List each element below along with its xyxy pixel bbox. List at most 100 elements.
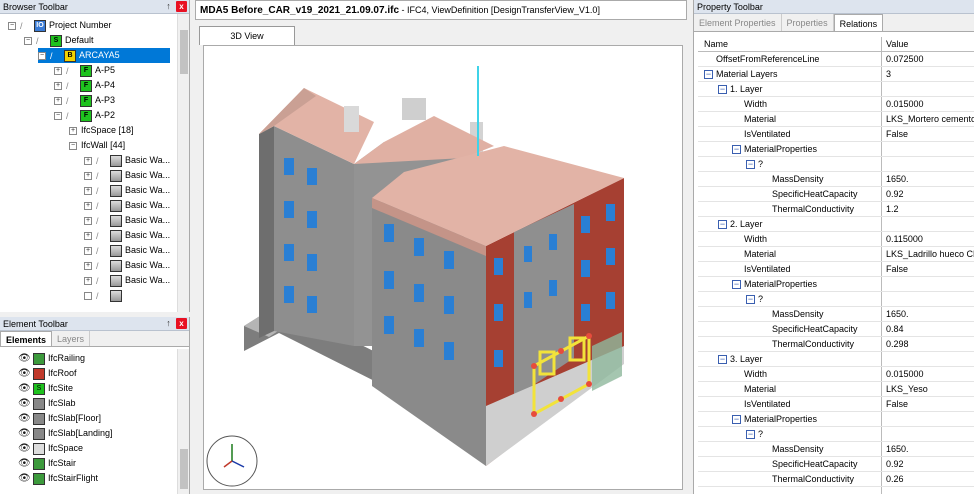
collapse-icon[interactable]: − (746, 430, 755, 439)
expand-icon[interactable] (84, 291, 92, 300)
pencil-icon[interactable]: / (96, 276, 106, 286)
pencil-icon[interactable]: / (66, 81, 76, 91)
property-row[interactable]: MassDensity 1650. (698, 172, 974, 187)
collapse-icon[interactable]: − (718, 85, 727, 94)
close-icon[interactable]: x (176, 318, 187, 329)
tree-item-wall[interactable]: + / Basic Wa... (84, 168, 170, 183)
tree-item-storey[interactable]: + / F A-P3 (54, 93, 115, 108)
collapse-icon[interactable]: − (704, 70, 713, 79)
tree-item-site[interactable]: − / S Default (24, 33, 94, 48)
3d-viewport[interactable] (203, 45, 683, 490)
eye-icon[interactable]: 👁 (18, 396, 31, 411)
list-item[interactable]: 👁 S IfcSite (18, 381, 73, 396)
tree-item-storey[interactable]: + / F A-P5 (54, 63, 115, 78)
expand-icon[interactable]: + (84, 201, 92, 210)
expand-icon[interactable]: + (84, 186, 92, 195)
scrollbar-thumb[interactable] (180, 30, 188, 74)
tree-item-wall[interactable]: + / Basic Wa... (84, 273, 170, 288)
tree-item-wall[interactable]: + / Basic Wa... (84, 258, 170, 273)
pencil-icon[interactable]: / (20, 21, 30, 31)
eye-icon[interactable]: 👁 (18, 366, 31, 381)
expand-icon[interactable]: + (84, 261, 92, 270)
property-row[interactable]: − MaterialProperties (698, 412, 974, 427)
expand-icon[interactable]: + (84, 276, 92, 285)
collapse-icon[interactable]: − (732, 145, 741, 154)
collapse-icon[interactable]: − (8, 21, 16, 30)
expand-icon[interactable]: + (84, 216, 92, 225)
tree-item-wall[interactable]: + / Basic Wa... (84, 228, 170, 243)
property-row[interactable]: SpecificHeatCapacity 0.92 (698, 187, 974, 202)
expand-icon[interactable]: + (84, 156, 92, 165)
property-row[interactable]: ThermalConductivity 1.2 (698, 202, 974, 217)
property-row[interactable]: Material LKS_Yeso (698, 382, 974, 397)
scrollbar-thumb[interactable] (180, 449, 188, 489)
pencil-icon[interactable]: / (66, 111, 76, 121)
pencil-icon[interactable]: / (36, 36, 46, 46)
tree-item-wall[interactable]: + / Basic Wa... (84, 243, 170, 258)
property-row[interactable]: MassDensity 1650. (698, 442, 974, 457)
tree-item-group[interactable]: + IfcSpace [18] (69, 123, 134, 138)
property-row[interactable]: ThermalConductivity 0.26 (698, 472, 974, 487)
list-item[interactable]: 👁 IfcSpace (18, 441, 83, 456)
pencil-icon[interactable]: / (66, 96, 76, 106)
pencil-icon[interactable]: / (96, 186, 106, 196)
property-row[interactable]: −2. Layer (698, 217, 974, 232)
element-scrollbar[interactable] (177, 349, 189, 494)
collapse-icon[interactable]: − (38, 51, 46, 60)
property-row[interactable]: Width 0.115000 (698, 232, 974, 247)
expand-icon[interactable]: + (84, 171, 92, 180)
collapse-icon[interactable]: − (746, 295, 755, 304)
property-row[interactable]: − MaterialProperties (698, 142, 974, 157)
property-row[interactable]: Material LKS_Ladrillo hueco CE2 (698, 247, 974, 262)
tab-elements[interactable]: Elements (0, 331, 53, 346)
tree-item-wall[interactable]: + / Basic Wa... (84, 198, 170, 213)
tree-item-storey[interactable]: − / F A-P2 (54, 108, 115, 123)
property-row[interactable]: Width 0.015000 (698, 367, 974, 382)
pencil-icon[interactable]: / (96, 156, 106, 166)
tab-layers[interactable]: Layers (52, 331, 91, 346)
collapse-icon[interactable]: − (718, 220, 727, 229)
pin-icon[interactable]: ↑ (164, 318, 173, 329)
pencil-icon[interactable]: / (50, 51, 60, 61)
collapse-icon[interactable]: − (732, 415, 741, 424)
pencil-icon[interactable]: / (96, 231, 106, 241)
tree-item-wall[interactable]: / (84, 288, 125, 303)
list-item[interactable]: 👁 IfcStair (18, 456, 76, 471)
column-value-header[interactable]: Value (886, 37, 908, 52)
property-row[interactable]: − Material Layers 3 (698, 67, 974, 82)
property-row[interactable]: Material LKS_Mortero cemento (698, 112, 974, 127)
property-row[interactable]: − MaterialProperties (698, 277, 974, 292)
property-row[interactable]: −? (698, 427, 974, 442)
property-row[interactable]: IsVentilated False (698, 262, 974, 277)
property-row[interactable]: −? (698, 157, 974, 172)
collapse-icon[interactable]: − (732, 280, 741, 289)
expand-icon[interactable]: + (69, 126, 77, 135)
list-item[interactable]: 👁 IfcRailing (18, 351, 85, 366)
collapse-icon[interactable]: − (69, 141, 77, 150)
property-row[interactable]: ThermalConductivity 0.298 (698, 337, 974, 352)
property-row[interactable]: −? (698, 292, 974, 307)
eye-icon[interactable]: 👁 (18, 426, 31, 441)
property-row[interactable]: IsVentilated False (698, 397, 974, 412)
tree-item-building[interactable]: − / B ARCAYA5 (38, 48, 170, 63)
tab-3d-view[interactable]: 3D View (199, 26, 295, 45)
list-item[interactable]: 👁 IfcRoof (18, 366, 77, 381)
tab-properties[interactable]: Properties (782, 14, 834, 31)
list-item[interactable]: 👁 IfcSlab[Floor] (18, 411, 101, 426)
list-item[interactable]: 👁 IfcStairFlight (18, 471, 98, 486)
property-row[interactable]: Width 0.015000 (698, 97, 974, 112)
collapse-icon[interactable]: − (24, 36, 32, 45)
tree-item-project[interactable]: − / IO Project Number (8, 18, 112, 33)
collapse-icon[interactable]: − (746, 160, 755, 169)
eye-icon[interactable]: 👁 (18, 456, 31, 471)
expand-icon[interactable]: + (84, 246, 92, 255)
pencil-icon[interactable]: / (96, 216, 106, 226)
browser-scrollbar[interactable] (177, 14, 189, 312)
pencil-icon[interactable]: / (96, 171, 106, 181)
expand-icon[interactable]: + (54, 81, 62, 90)
eye-icon[interactable]: 👁 (18, 411, 31, 426)
eye-icon[interactable]: 👁 (18, 351, 31, 366)
property-row[interactable]: MassDensity 1650. (698, 307, 974, 322)
eye-icon[interactable]: 👁 (18, 441, 31, 456)
column-name-header[interactable]: Name (704, 37, 728, 52)
